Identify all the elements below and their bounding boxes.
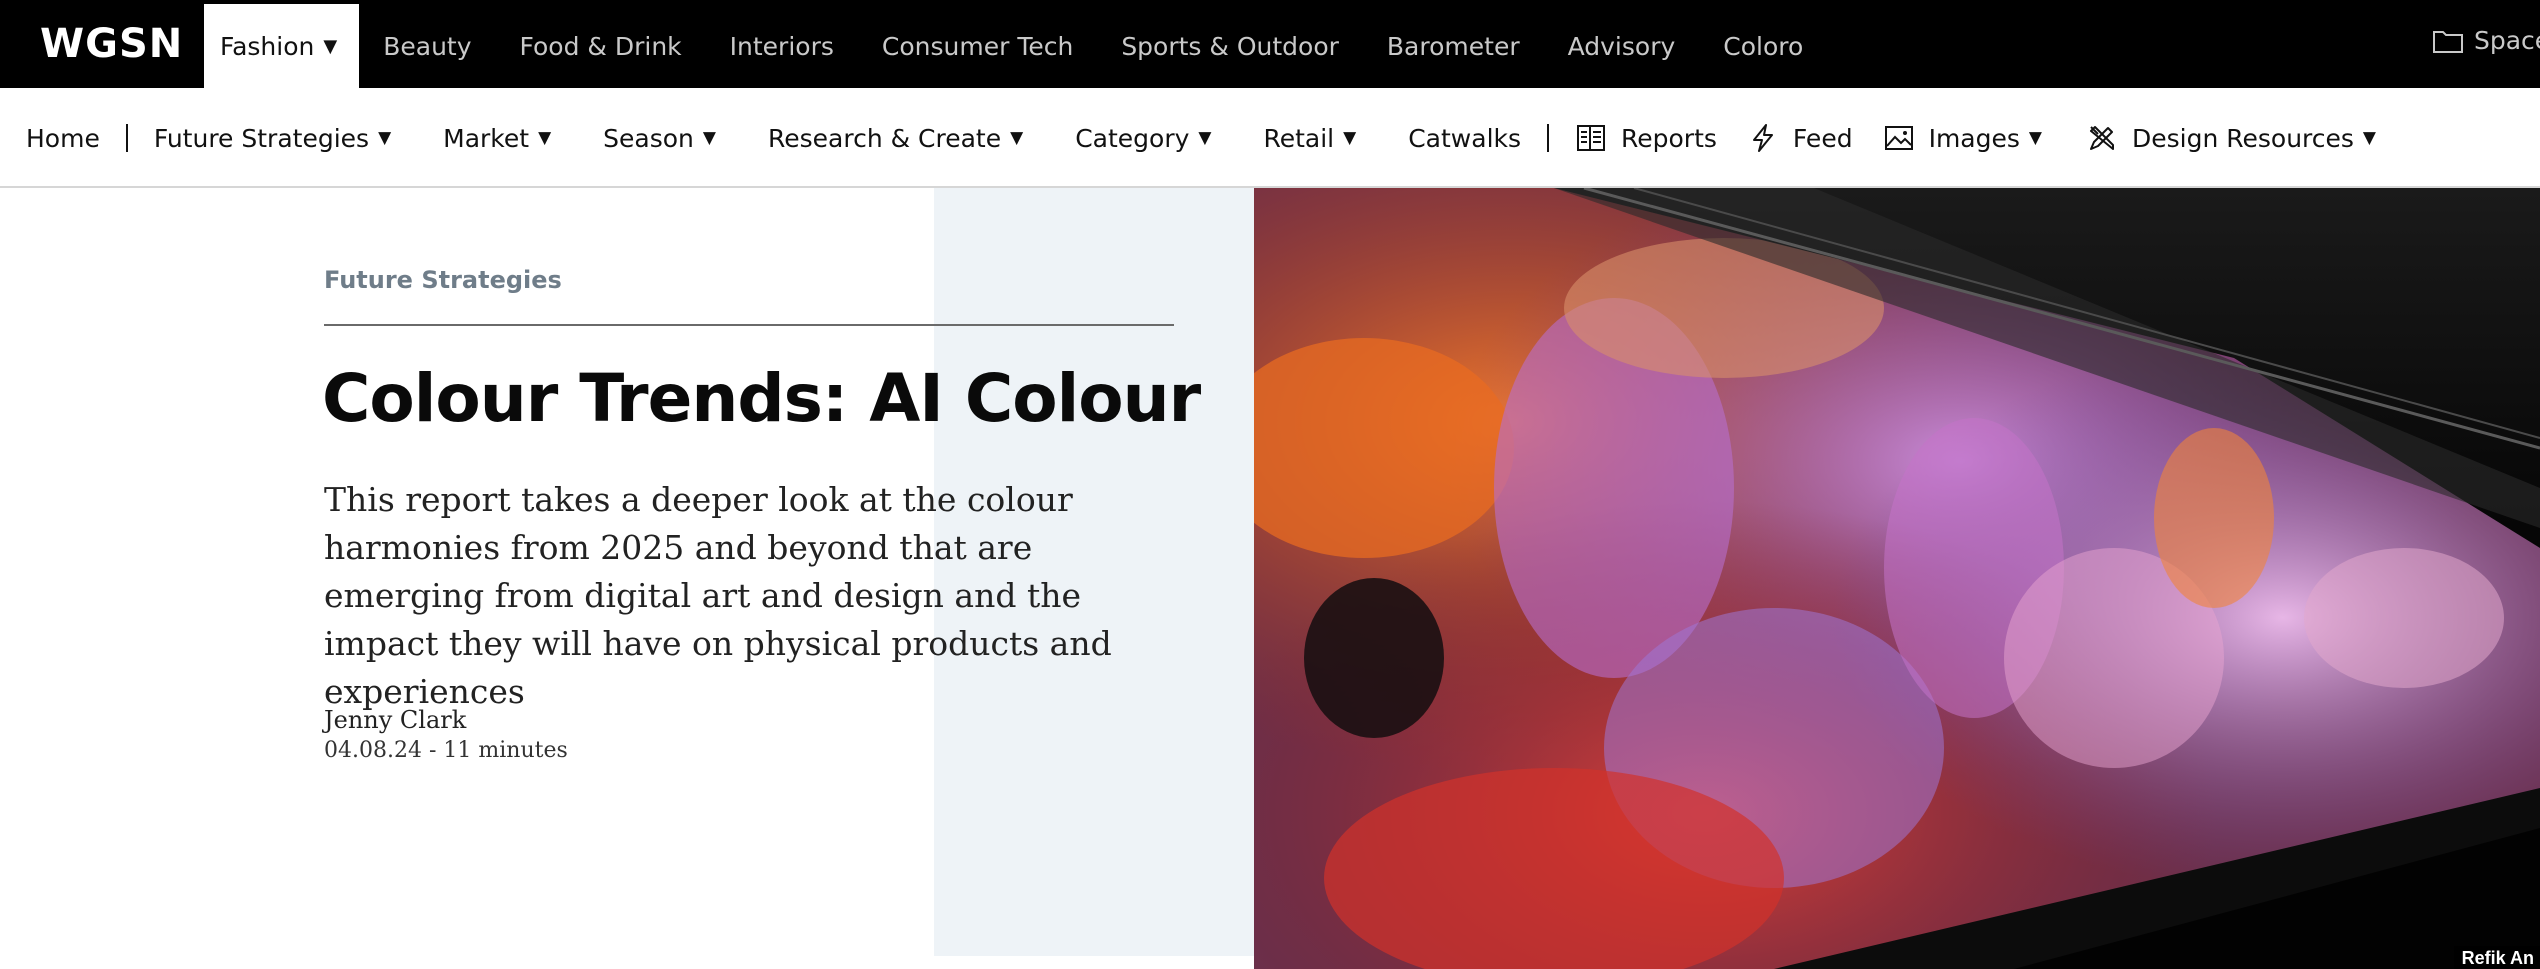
spaces-button[interactable]: Space xyxy=(2432,26,2540,55)
nav-label: Research & Create xyxy=(767,123,1002,153)
tab-label: Food & Drink xyxy=(519,31,682,61)
wgsn-logo[interactable]: WGSN xyxy=(40,22,183,66)
section-nav: Home Future Strategies ▼ Market ▼ Season ▼ … xyxy=(0,88,2540,188)
nav-label: Reports xyxy=(1621,123,1717,153)
digital-art-installation-image xyxy=(1254,188,2540,969)
image-icon xyxy=(1884,126,1913,150)
tab-barometer[interactable]: Barometer xyxy=(1363,4,1544,88)
folder-icon xyxy=(2433,30,2463,53)
nav-design-resources[interactable]: Design Resources ▼ xyxy=(2086,122,2376,154)
tab-advisory[interactable]: Advisory xyxy=(1544,4,1700,88)
nav-divider xyxy=(1547,124,1550,152)
tab-label: Consumer Tech xyxy=(881,31,1074,61)
nav-label: Season xyxy=(603,123,694,153)
nav-label: Catwalks xyxy=(1408,123,1522,153)
top-bar: WGSN Fashion ▼ Beauty Food & Drink Inter… xyxy=(0,0,2540,88)
nav-label: Design Resources xyxy=(2131,123,2354,153)
tab-food-drink[interactable]: Food & Drink xyxy=(496,4,706,88)
nav-label: Images xyxy=(1928,123,2020,153)
tab-consumer-tech[interactable]: Consumer Tech xyxy=(858,4,1097,88)
spaces-label: Space xyxy=(2474,26,2540,55)
tab-fashion[interactable]: Fashion ▼ xyxy=(204,4,360,88)
article-date-readtime: 04.08.24 - 11 minutes xyxy=(324,738,568,763)
image-credit: Refik An xyxy=(2453,946,2540,969)
nav-label: Future Strategies xyxy=(153,123,370,153)
tab-label: Fashion xyxy=(220,31,315,61)
nav-label: Retail xyxy=(1263,123,1335,153)
tab-coloro[interactable]: Coloro xyxy=(1699,4,1827,88)
nav-catwalks[interactable]: Catwalks xyxy=(1408,124,1521,153)
nav-divider xyxy=(125,124,128,152)
tab-label: Barometer xyxy=(1386,31,1520,61)
nav-reports[interactable]: Reports xyxy=(1575,122,1717,154)
nav-label: Market xyxy=(443,123,530,153)
caret-down-icon: ▼ xyxy=(2362,128,2376,148)
nav-images[interactable]: Images ▼ xyxy=(1883,122,2042,154)
caret-down-icon: ▼ xyxy=(1198,128,1212,148)
nav-season[interactable]: Season ▼ xyxy=(603,124,716,153)
nav-label: Category xyxy=(1075,123,1190,153)
divider xyxy=(324,324,1174,326)
article-summary: This report takes a deeper look at the c… xyxy=(324,480,1112,711)
lightning-icon xyxy=(1752,124,1773,152)
vertical-tabs: Fashion ▼ Beauty Food & Drink Interiors … xyxy=(204,4,1827,88)
nav-market[interactable]: Market ▼ xyxy=(443,124,551,153)
nav-label: Feed xyxy=(1792,123,1853,153)
tab-label: Coloro xyxy=(1723,31,1804,61)
design-tools-icon xyxy=(2089,126,2114,150)
nav-category[interactable]: Category ▼ xyxy=(1075,124,1211,153)
nav-home[interactable]: Home xyxy=(26,124,100,153)
tab-sports-outdoor[interactable]: Sports & Outdoor xyxy=(1097,4,1363,88)
nav-label: Home xyxy=(26,123,100,153)
nav-research-create[interactable]: Research & Create ▼ xyxy=(768,124,1023,153)
caret-down-icon: ▼ xyxy=(378,128,392,148)
caret-down-icon: ▼ xyxy=(323,35,338,57)
tab-interiors[interactable]: Interiors xyxy=(706,4,858,88)
article-author[interactable]: Jenny Clark xyxy=(324,706,466,734)
caret-down-icon: ▼ xyxy=(1343,128,1357,148)
caret-down-icon: ▼ xyxy=(1010,128,1024,148)
nav-future-strategies[interactable]: Future Strategies ▼ xyxy=(154,124,391,153)
article-title: Colour Trends: AI Colour xyxy=(322,360,1201,437)
reports-icon xyxy=(1577,125,1606,151)
hero-image: Refik An xyxy=(1254,188,2540,969)
nav-retail[interactable]: Retail ▼ xyxy=(1263,124,1356,153)
tab-label: Advisory xyxy=(1567,31,1676,61)
caret-down-icon: ▼ xyxy=(538,128,552,148)
tab-label: Beauty xyxy=(383,31,472,61)
nav-feed[interactable]: Feed xyxy=(1747,122,1853,154)
caret-down-icon: ▼ xyxy=(2028,128,2042,148)
tab-label: Interiors xyxy=(729,31,834,61)
caret-down-icon: ▼ xyxy=(702,128,716,148)
tab-label: Sports & Outdoor xyxy=(1121,31,1339,61)
article-category[interactable]: Future Strategies xyxy=(324,266,562,294)
tab-beauty[interactable]: Beauty xyxy=(359,4,495,88)
